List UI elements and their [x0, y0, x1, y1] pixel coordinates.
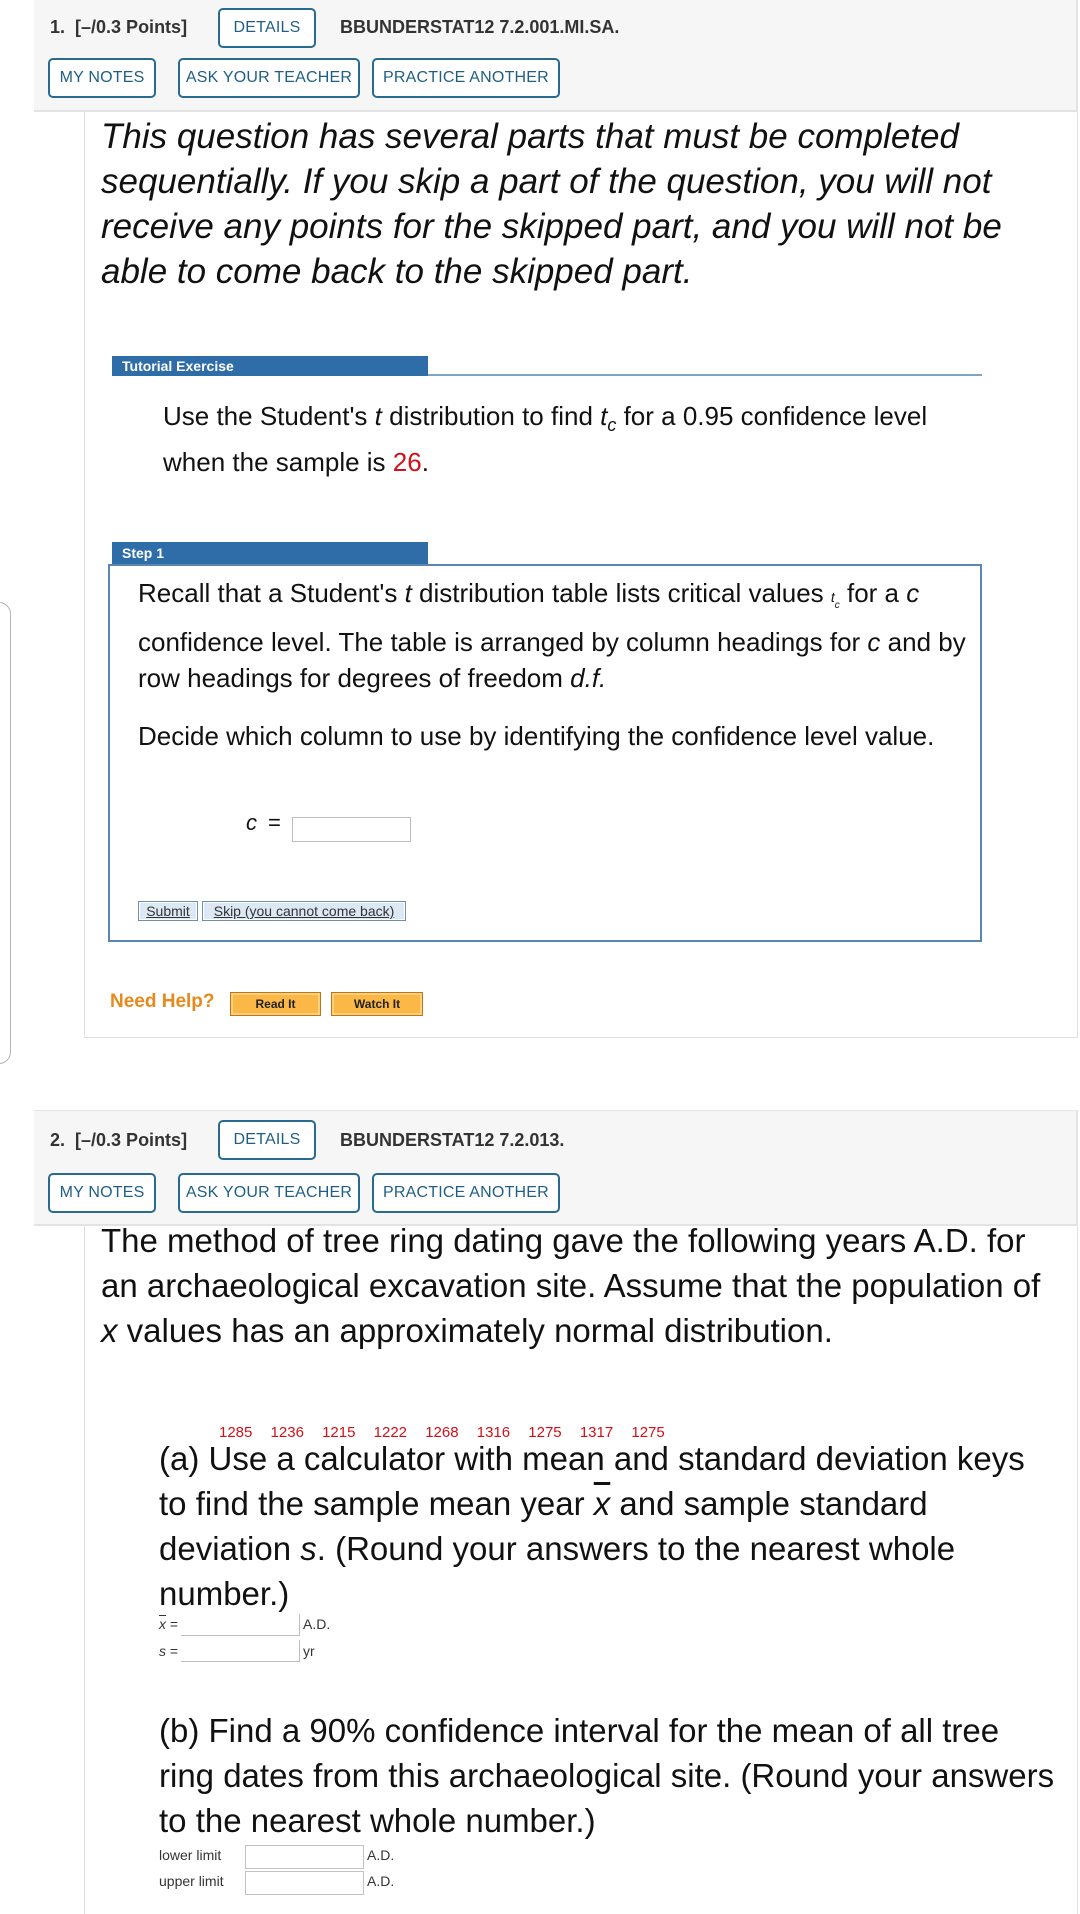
tutorial-prompt: Use the Student's t distribution to find…: [163, 401, 928, 478]
lower-limit-unit: A.D.: [367, 1847, 395, 1863]
question-code: BBUNDERSTAT12 7.2.013.: [340, 1130, 565, 1150]
question-2-header: 2. [–/0.3 Points] DETAILS BBUNDERSTAT12 …: [34, 1110, 1078, 1226]
submit-button[interactable]: Submit: [138, 901, 198, 921]
part-b-prompt: (b) Find a 90% confidence interval for t…: [159, 1712, 1055, 1839]
confidence-level-input[interactable]: [292, 817, 411, 842]
practice-another-button[interactable]: PRACTICE ANOTHER: [372, 58, 560, 98]
read-it-button[interactable]: Read It: [230, 992, 321, 1016]
step-1-instruction: Decide which column to use by identifyin…: [138, 721, 935, 751]
my-notes-button[interactable]: MY NOTES: [48, 1173, 156, 1213]
practice-another-button[interactable]: PRACTICE ANOTHER: [372, 1173, 560, 1213]
need-help-label: Need Help?: [110, 991, 215, 1012]
details-button[interactable]: DETAILS: [218, 8, 316, 48]
part-a-prompt: (a) Use a calculator with mean and stand…: [159, 1440, 1025, 1612]
step-1-header: Step 1: [112, 542, 428, 564]
xbar-unit: A.D.: [303, 1616, 331, 1632]
upper-limit-unit: A.D.: [367, 1873, 395, 1889]
sequential-parts-notice: This question has several parts that mus…: [101, 117, 1002, 291]
question-number: 1. [–/0.3 Points]: [50, 17, 188, 37]
tutorial-exercise-header: Tutorial Exercise: [112, 356, 428, 376]
upper-limit-input[interactable]: [245, 1871, 364, 1895]
sample-size: 26: [392, 447, 422, 478]
equals-sign: =: [268, 810, 281, 835]
upper-limit-label: upper limit: [159, 1873, 224, 1889]
c-label: c: [246, 810, 257, 835]
skip-button[interactable]: Skip (you cannot come back): [202, 901, 406, 921]
ask-your-teacher-button[interactable]: ASK YOUR TEACHER: [178, 58, 360, 98]
question-1-header: 1. [–/0.3 Points] DETAILS BBUNDERSTAT12 …: [34, 0, 1078, 112]
watch-it-button[interactable]: Watch It: [331, 992, 423, 1016]
lower-limit-label: lower limit: [159, 1847, 222, 1863]
question-code: BBUNDERSTAT12 7.2.001.MI.SA.: [340, 17, 620, 37]
details-button[interactable]: DETAILS: [218, 1120, 316, 1160]
lower-limit-input[interactable]: [245, 1845, 364, 1869]
tree-ring-intro: The method of tree ring dating gave the …: [101, 1222, 1041, 1349]
s-unit: yr: [303, 1643, 315, 1659]
xbar-label: x =: [159, 1616, 179, 1632]
sample-mean-input[interactable]: [181, 1614, 300, 1636]
step-1-explanation: Recall that a Student's t distribution t…: [138, 578, 966, 694]
question-number: 2. [–/0.3 Points]: [50, 1130, 188, 1150]
ask-your-teacher-button[interactable]: ASK YOUR TEACHER: [178, 1173, 360, 1213]
s-label: s =: [159, 1643, 179, 1659]
my-notes-button[interactable]: MY NOTES: [48, 58, 156, 98]
sample-sd-input[interactable]: [181, 1640, 300, 1662]
tutorial-divider: [428, 374, 982, 376]
scroll-bracket: [0, 602, 11, 1064]
